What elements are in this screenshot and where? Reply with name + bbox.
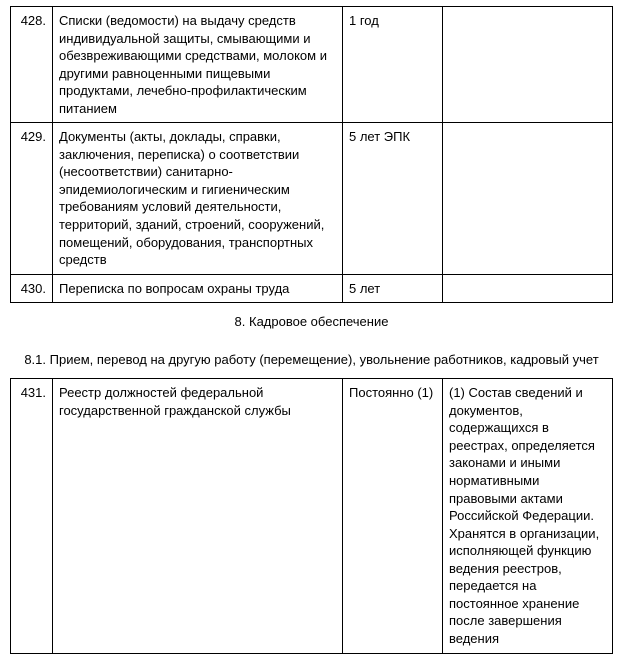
row-number: 430. [11,274,53,303]
row-note [443,7,613,123]
table-row: 429. Документы (акты, доклады, справки, … [11,123,613,274]
row-term: 5 лет ЭПК [343,123,443,274]
row-description: Документы (акты, доклады, справки, заклю… [53,123,343,274]
row-term: 1 год [343,7,443,123]
row-number: 429. [11,123,53,274]
retention-table: 428. Списки (ведомости) на выдачу средст… [10,6,613,303]
row-description: Списки (ведомости) на выдачу средств инд… [53,7,343,123]
section-header: 8. Кадровое обеспечение [10,303,613,341]
row-note: (1) Состав сведений и документов, содерж… [443,379,613,653]
row-number: 428. [11,7,53,123]
row-description: Реестр должностей федеральной государств… [53,379,343,653]
table-row: 428. Списки (ведомости) на выдачу средст… [11,7,613,123]
table-row: 431. Реестр должностей федеральной госуд… [11,379,613,653]
row-term: Постоянно (1) [343,379,443,653]
row-term: 5 лет [343,274,443,303]
row-note [443,123,613,274]
row-note [443,274,613,303]
retention-table-2: 431. Реестр должностей федеральной госуд… [10,378,613,653]
subsection-header: 8.1. Прием, перевод на другую работу (пе… [10,341,613,379]
row-description: Переписка по вопросам охраны труда [53,274,343,303]
table-row: 430. Переписка по вопросам охраны труда … [11,274,613,303]
row-number: 431. [11,379,53,653]
